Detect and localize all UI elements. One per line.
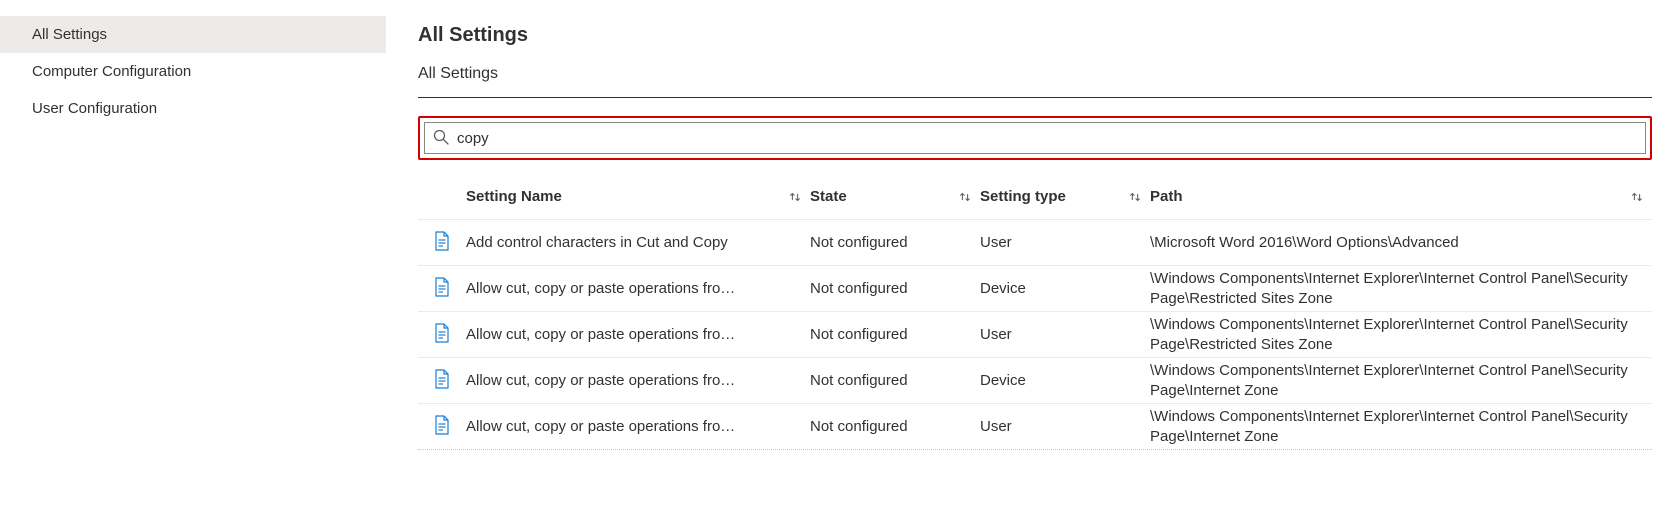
document-icon: [434, 277, 450, 300]
search-input[interactable]: [449, 130, 1637, 147]
table-row[interactable]: Allow cut, copy or paste operations fro……: [418, 266, 1652, 312]
sort-icon: [1622, 190, 1644, 204]
main-content: All Settings All Settings Setting Name: [386, 0, 1672, 505]
column-header-path[interactable]: Path: [1150, 188, 1652, 205]
cell-setting-type: User: [980, 326, 1012, 343]
cell-setting-name: Allow cut, copy or paste operations fro…: [466, 372, 735, 389]
table-row[interactable]: Add control characters in Cut and Copy No…: [418, 220, 1652, 266]
sidebar-item-computer-configuration[interactable]: Computer Configuration: [0, 53, 386, 90]
cell-state: Not configured: [810, 234, 908, 251]
column-header-label: Setting type: [980, 188, 1066, 205]
document-icon: [434, 415, 450, 438]
cell-setting-type: Device: [980, 372, 1026, 389]
cell-state: Not configured: [810, 372, 908, 389]
search-highlight: [418, 116, 1652, 160]
document-icon: [434, 323, 450, 346]
search-icon: [433, 129, 449, 148]
divider: [418, 97, 1652, 98]
column-header-setting-name[interactable]: Setting Name: [466, 188, 810, 205]
cell-setting-name: Allow cut, copy or paste operations fro…: [466, 280, 735, 297]
cell-setting-name: Allow cut, copy or paste operations fro…: [466, 418, 735, 435]
document-icon: [434, 369, 450, 392]
sidebar-item-label: All Settings: [32, 26, 107, 43]
cell-path: \Microsoft Word 2016\Word Options\Advanc…: [1150, 234, 1459, 251]
cell-path: \Windows Components\Internet Explorer\In…: [1150, 316, 1628, 353]
cell-setting-name: Allow cut, copy or paste operations fro…: [466, 326, 735, 343]
cell-state: Not configured: [810, 280, 908, 297]
page-title: All Settings: [418, 24, 1652, 47]
column-header-label: Path: [1150, 188, 1183, 205]
cell-path: \Windows Components\Internet Explorer\In…: [1150, 362, 1628, 399]
sidebar-item-label: User Configuration: [32, 100, 157, 117]
sidebar-item-user-configuration[interactable]: User Configuration: [0, 90, 386, 127]
sidebar-item-label: Computer Configuration: [32, 63, 191, 80]
table-row[interactable]: Allow cut, copy or paste operations fro……: [418, 312, 1652, 358]
cell-setting-name: Add control characters in Cut and Copy: [466, 234, 728, 251]
cell-path: \Windows Components\Internet Explorer\In…: [1150, 270, 1628, 307]
column-header-label: Setting Name: [466, 188, 562, 205]
sort-icon: [1120, 190, 1142, 204]
settings-table: Setting Name State Setting type Path Add…: [418, 174, 1652, 450]
breadcrumb: All Settings: [418, 65, 1652, 83]
column-header-label: State: [810, 188, 847, 205]
cell-state: Not configured: [810, 326, 908, 343]
cell-setting-type: User: [980, 418, 1012, 435]
cell-setting-type: Device: [980, 280, 1026, 297]
cell-state: Not configured: [810, 418, 908, 435]
table-header: Setting Name State Setting type Path: [418, 174, 1652, 220]
cell-setting-type: User: [980, 234, 1012, 251]
search-box[interactable]: [424, 122, 1646, 154]
column-header-state[interactable]: State: [810, 188, 980, 205]
column-header-setting-type[interactable]: Setting type: [980, 188, 1150, 205]
sidebar-item-all-settings[interactable]: All Settings: [0, 16, 386, 53]
table-row[interactable]: Allow cut, copy or paste operations fro……: [418, 404, 1652, 450]
document-icon: [434, 231, 450, 254]
table-row[interactable]: Allow cut, copy or paste operations fro……: [418, 358, 1652, 404]
cell-path: \Windows Components\Internet Explorer\In…: [1150, 408, 1628, 445]
sort-icon: [950, 190, 972, 204]
sort-icon: [780, 190, 802, 204]
sidebar: All Settings Computer Configuration User…: [0, 0, 386, 505]
